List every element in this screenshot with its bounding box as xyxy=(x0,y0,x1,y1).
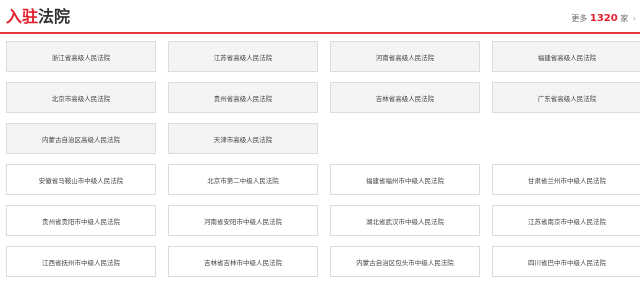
court-link[interactable]: 江苏省高级人民法院 xyxy=(168,41,318,72)
more-prefix: 更多 xyxy=(571,14,588,23)
title-accent: 入驻 xyxy=(6,7,39,26)
court-link[interactable]: 吉林省高级人民法院 xyxy=(330,82,480,113)
court-link[interactable]: 天津市高级人民法院 xyxy=(168,123,318,154)
section-title: 入驻法院 xyxy=(6,6,70,28)
more-count: 1320 xyxy=(589,13,618,24)
court-link[interactable]: 广东省高级人民法院 xyxy=(492,82,640,113)
court-link[interactable]: 福建省福州市中级人民法院 xyxy=(330,164,480,195)
court-link[interactable]: 吉林省吉林市中级人民法院 xyxy=(168,246,318,277)
title-rest: 法院 xyxy=(38,7,71,26)
court-link[interactable]: 内蒙古自治区高级人民法院 xyxy=(6,123,156,154)
court-link[interactable]: 北京市高级人民法院 xyxy=(6,82,156,113)
court-link[interactable]: 江西省抚州市中级人民法院 xyxy=(6,246,156,277)
court-link[interactable]: 内蒙古自治区包头市中级人民法院 xyxy=(330,246,480,277)
empty-slot xyxy=(330,123,480,154)
court-link[interactable]: 福建省高级人民法院 xyxy=(492,41,640,72)
court-link[interactable]: 河南省高级人民法院 xyxy=(330,41,480,72)
court-link[interactable]: 安徽省马鞍山市中级人民法院 xyxy=(6,164,156,195)
court-link[interactable]: 甘肃省兰州市中级人民法院 xyxy=(492,164,640,195)
court-link[interactable]: 江苏省南京市中级人民法院 xyxy=(492,205,640,236)
court-link[interactable]: 河南省安阳市中级人民法院 xyxy=(168,205,318,236)
court-link[interactable]: 贵州省贵阳市中级人民法院 xyxy=(6,205,156,236)
more-link[interactable]: 更多 1320 家 › xyxy=(571,12,636,26)
chevron-right-icon: › xyxy=(632,14,636,23)
empty-slot xyxy=(492,123,640,154)
court-link[interactable]: 四川省巴中市中级人民法院 xyxy=(492,246,640,277)
more-suffix: 家 xyxy=(620,14,629,23)
court-link[interactable]: 浙江省高级人民法院 xyxy=(6,41,156,72)
court-grid: 浙江省高级人民法院 江苏省高级人民法院 河南省高级人民法院 福建省高级人民法院 … xyxy=(6,41,640,277)
section-header: 入驻法院 更多 1320 家 › xyxy=(0,0,640,34)
court-link[interactable]: 北京市第二中级人民法院 xyxy=(168,164,318,195)
court-link[interactable]: 湖北省武汉市中级人民法院 xyxy=(330,205,480,236)
court-link[interactable]: 贵州省高级人民法院 xyxy=(168,82,318,113)
